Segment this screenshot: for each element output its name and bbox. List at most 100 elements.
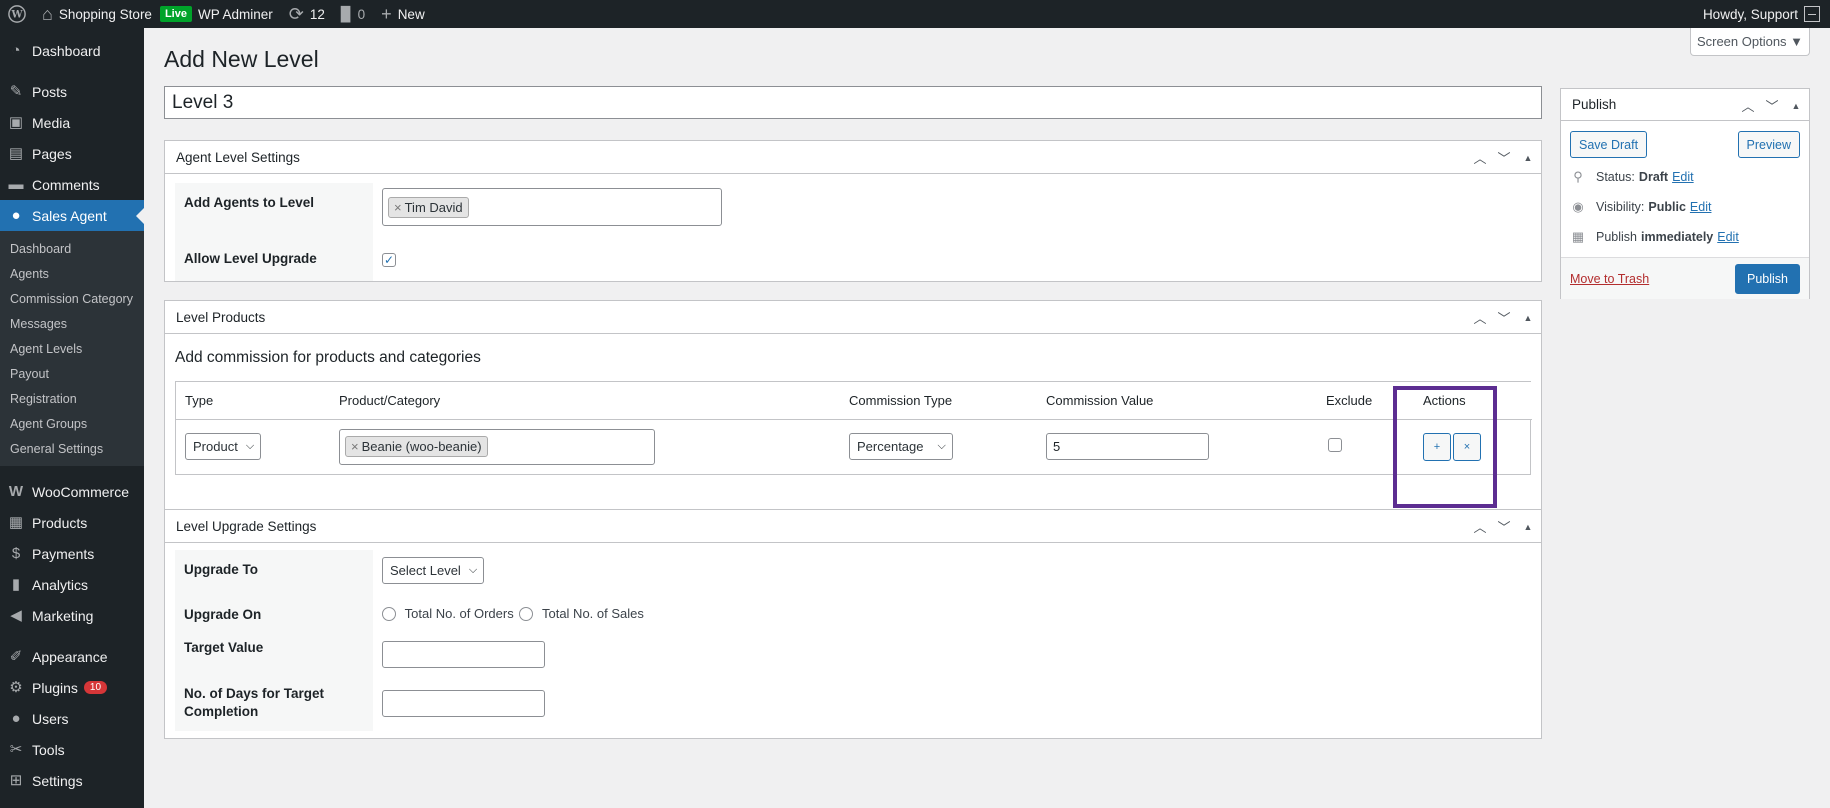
sidebar-item-pages[interactable]: ▤ Pages xyxy=(0,138,144,169)
commission-type-select[interactable]: Percentage ⌵ xyxy=(849,433,953,461)
product-select[interactable]: × Beanie (woo-beanie) xyxy=(339,428,655,465)
days-target-row: No. of Days for Target Completion xyxy=(175,674,1531,731)
submenu-item-general-settings[interactable]: General Settings xyxy=(0,437,144,462)
upgrade-on-label: Upgrade On xyxy=(175,593,373,630)
sidebar-item-analytics[interactable]: ▮ Analytics xyxy=(0,569,144,600)
days-target-input[interactable] xyxy=(382,690,545,717)
updates-icon: ⟳ xyxy=(288,4,304,24)
wordpress-logo-icon[interactable]: W xyxy=(0,0,34,28)
dashboard-icon: ◔ xyxy=(11,41,21,59)
level-upgrade-settings-box: Level Upgrade Settings ︿ ﹀ ▲ Upgrade To … xyxy=(164,509,1542,739)
home-icon: ⌂ xyxy=(42,4,53,24)
updates-link[interactable]: ⟳ 12 xyxy=(281,0,333,28)
sidebar-item-users[interactable]: ● Users xyxy=(0,703,144,734)
plugins-update-badge: 10 xyxy=(83,681,108,694)
move-down-icon[interactable]: ﹀ xyxy=(1497,148,1511,167)
save-draft-button[interactable]: Save Draft xyxy=(1570,131,1648,158)
submenu-item-agents[interactable]: Agents xyxy=(0,262,144,287)
edit-publish-date-link[interactable]: Edit xyxy=(1717,230,1739,244)
submenu-item-dashboard[interactable]: Dashboard xyxy=(0,237,144,262)
type-select[interactable]: Product ⌵ xyxy=(185,433,262,461)
payments-icon: $ xyxy=(11,544,21,562)
days-target-label-line2: Completion xyxy=(184,704,259,719)
screen-options-button[interactable]: Screen Options ▼ xyxy=(1690,28,1810,56)
target-value-row: Target Value xyxy=(175,630,1531,674)
upgrade-to-select[interactable]: Select Level ⌵ xyxy=(382,557,485,584)
admin-bar: W ⌂ Shopping Store Live WP Adminer ⟳ 12 … xyxy=(0,0,1830,28)
chevron-down-icon: ⌵ xyxy=(468,564,478,576)
preview-button[interactable]: Preview xyxy=(1737,131,1800,158)
pin-icon: ✎ xyxy=(9,82,23,100)
collapse-toggle-icon[interactable]: ▲ xyxy=(1521,522,1535,532)
move-up-icon[interactable]: ︿ xyxy=(1741,96,1755,115)
upgrade-on-orders-radio[interactable] xyxy=(382,606,396,621)
agent-level-settings-heading: Agent Level Settings xyxy=(176,149,300,165)
upgrade-on-sales-radio[interactable] xyxy=(519,606,534,621)
sidebar-item-products[interactable]: ▦ Products xyxy=(0,507,144,538)
product-chip: × Beanie (woo-beanie) xyxy=(345,436,488,458)
days-target-label-line1: No. of Days for Target xyxy=(184,686,325,701)
sidebar-item-payments[interactable]: $ Payments xyxy=(0,538,144,569)
agent-chip: × Tim David xyxy=(388,196,469,218)
my-account[interactable]: Howdy, Support xyxy=(1703,6,1830,22)
sidebar-item-marketing[interactable]: ◀ Marketing xyxy=(0,600,144,631)
submenu-item-agent-groups[interactable]: Agent Groups xyxy=(0,412,144,437)
move-up-icon[interactable]: ︿ xyxy=(1473,308,1487,327)
submenu-item-commission-category[interactable]: Commission Category xyxy=(0,287,144,312)
level-title-input[interactable]: Level 3 xyxy=(164,86,1542,119)
sidebar-item-woocommerce[interactable]: W WooCommerce xyxy=(0,476,144,507)
collapse-toggle-icon[interactable]: ▲ xyxy=(1521,153,1535,163)
allow-upgrade-checkbox[interactable]: ✓ xyxy=(382,253,396,267)
sidebar-item-settings[interactable]: ⊞ Settings xyxy=(0,765,144,796)
agents-select[interactable]: × Tim David xyxy=(382,188,722,226)
submenu-item-payout[interactable]: Payout xyxy=(0,362,144,387)
exclude-checkbox[interactable] xyxy=(1328,438,1342,453)
column-header-commission-value: Commission Value xyxy=(1037,382,1317,420)
sidebar-item-dashboard[interactable]: ◔ Dashboard xyxy=(0,35,144,66)
submenu-item-messages[interactable]: Messages xyxy=(0,312,144,337)
sidebar-item-tools[interactable]: ✂ Tools xyxy=(0,734,144,765)
move-up-icon[interactable]: ︿ xyxy=(1473,517,1487,536)
level-products-subheading: Add commission for products and categori… xyxy=(175,349,481,366)
publish-button[interactable]: Publish xyxy=(1735,263,1800,294)
comments-link[interactable]: ▉ 0 xyxy=(333,0,373,28)
sidebar-item-appearance[interactable]: ✐ Appearance xyxy=(0,641,144,672)
collapse-toggle-icon[interactable]: ▲ xyxy=(1521,313,1535,323)
status-row: ⚲ Status: Draft Edit xyxy=(1561,162,1809,192)
edit-status-link[interactable]: Edit xyxy=(1672,170,1694,184)
remove-chip-icon[interactable]: × xyxy=(394,200,402,215)
sidebar-item-media[interactable]: ▣ Media xyxy=(0,107,144,138)
new-content-link[interactable]: + New xyxy=(373,0,433,28)
target-value-input[interactable] xyxy=(382,641,545,668)
move-down-icon[interactable]: ﹀ xyxy=(1497,308,1511,327)
level-upgrade-settings-heading: Level Upgrade Settings xyxy=(176,518,317,534)
site-name-link[interactable]: ⌂ Shopping Store xyxy=(34,0,160,28)
column-header-type: Type xyxy=(176,382,330,420)
move-up-icon[interactable]: ︿ xyxy=(1473,148,1487,167)
sidebar-item-comments[interactable]: ▬ Comments xyxy=(0,169,144,200)
commission-value-input[interactable]: 5 xyxy=(1046,433,1209,461)
remove-chip-icon[interactable]: × xyxy=(351,439,359,454)
sidebar-item-posts[interactable]: ✎ Posts xyxy=(0,76,144,107)
move-down-icon[interactable]: ﹀ xyxy=(1497,517,1511,536)
publish-date-row: ▦ Publish immediately Edit xyxy=(1571,229,1739,244)
admin-sidebar: ◔ Dashboard ✎ Posts ▣ Media ▤ Pages ▬ Comment… xyxy=(0,28,144,808)
collapse-toggle-icon[interactable]: ▲ xyxy=(1789,101,1803,111)
submenu-item-registration[interactable]: Registration xyxy=(0,387,144,412)
actions-highlight-box xyxy=(1393,386,1497,508)
sales-agent-submenu: Dashboard Agents Commission Category Mes… xyxy=(0,231,144,466)
user-icon: ● xyxy=(11,206,21,224)
submenu-item-agent-levels[interactable]: Agent Levels xyxy=(0,337,144,362)
sidebar-item-sales-agent[interactable]: ● Sales Agent xyxy=(0,200,144,231)
chevron-down-icon: ⌵ xyxy=(937,440,946,453)
edit-visibility-link[interactable]: Edit xyxy=(1690,200,1712,214)
move-down-icon[interactable]: ﹀ xyxy=(1765,96,1779,115)
upgrade-on-orders-label: Total No. of Orders xyxy=(404,606,514,622)
settings-icon: ⊞ xyxy=(9,771,23,789)
upgrade-to-label: Upgrade To xyxy=(175,550,373,593)
wp-adminer-link[interactable]: WP Adminer xyxy=(198,0,281,28)
sidebar-item-plugins[interactable]: ⚙ Plugins 10 xyxy=(0,672,144,703)
move-to-trash-link[interactable]: Move to Trash xyxy=(1570,272,1649,286)
visibility-row: ◉ Visibility: Public Edit xyxy=(1561,192,1809,222)
publish-actions: Move to Trash Publish xyxy=(1561,257,1809,299)
